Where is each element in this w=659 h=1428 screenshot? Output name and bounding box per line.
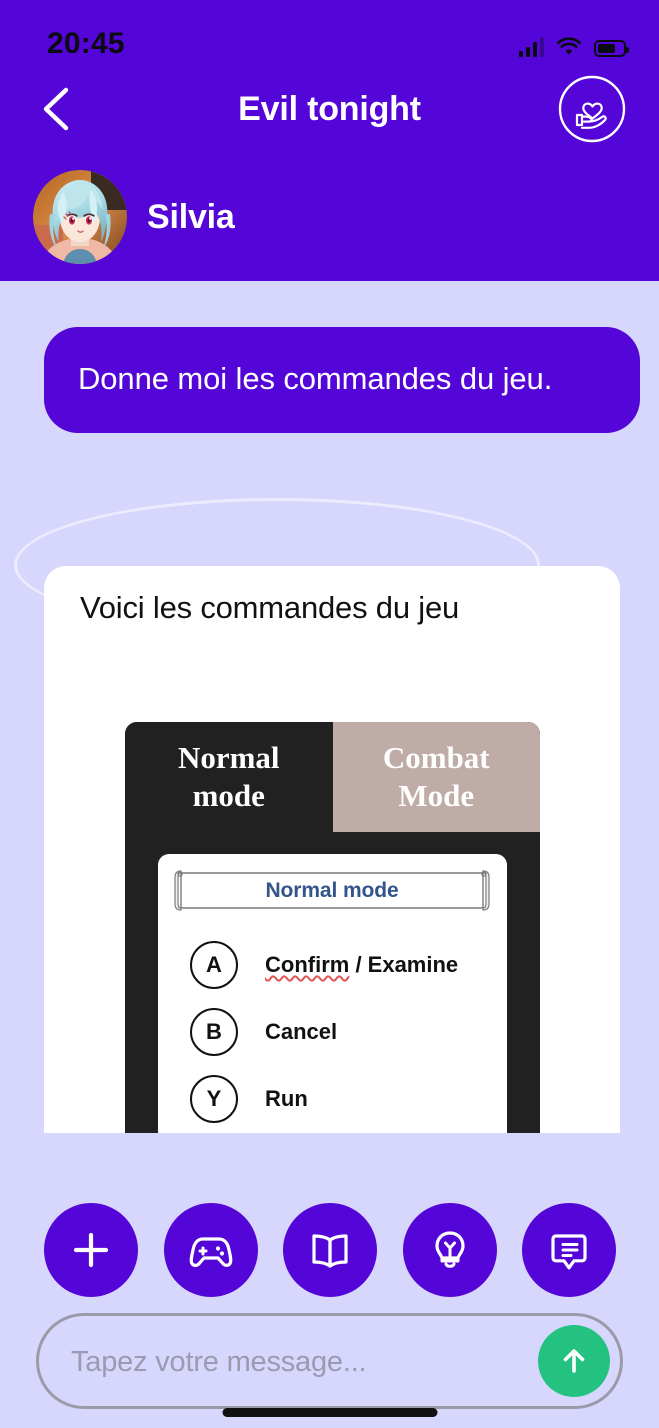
controls-panel: Normal mode A Confirm / Examine B Cancel… [158,854,507,1133]
profile-name: Silvia [147,197,235,236]
avatar[interactable] [33,170,127,264]
panel-banner: Normal mode [173,867,491,914]
nav-row: user Evil tonight [0,70,659,148]
control-key-b: B [190,1008,238,1056]
control-row-b: B Cancel [190,1006,337,1058]
control-key-a: A [190,941,238,989]
games-button[interactable] [163,1203,258,1297]
open-book-icon [312,1234,348,1268]
control-key-y: Y [190,1075,238,1123]
bot-message-text: Voici les commandes du jeu [80,590,460,625]
tab-normal-mode-line2: mode [192,778,265,813]
chat-screen: 20:45 user Evil tonight [0,0,659,1428]
panel-banner-title: Normal mode [265,879,399,902]
status-icons [518,29,629,57]
control-action-a: Confirm / Examine [265,952,459,977]
cellular-signal-icon [518,37,544,57]
chat-bubble-icon [551,1234,587,1270]
status-time: 20:45 [47,27,125,60]
stories-button[interactable] [283,1203,377,1297]
tab-combat-mode[interactable]: Combat Mode [332,722,540,832]
heart-in-hand-icon[interactable] [557,74,627,144]
game-controls-image[interactable]: Normal mode Combat Mode Normal mode A Co… [125,722,540,1133]
battery-icon [594,40,629,57]
composer-bar [36,1313,623,1409]
home-indicator [222,1408,437,1417]
tab-combat-mode-line1: Combat [382,740,490,775]
user-message-bubble: Donne moi les commandes du jeu. [44,327,640,433]
profile-row[interactable]: Silvia [33,170,235,264]
tab-normal-mode[interactable]: Normal mode [125,722,333,832]
bot-message-card: Voici les commandes du jeu Normal mode C… [44,566,620,1133]
wifi-icon [556,37,582,55]
lightbulb-icon [434,1231,465,1268]
gamepad-icon [189,1237,232,1267]
controls-mode-tabs: Normal mode Combat Mode [125,722,540,832]
tab-combat-mode-line2: Mode [398,778,475,813]
control-row-a: A Confirm / Examine [190,939,458,991]
ideas-button[interactable] [402,1203,497,1297]
plus-icon [73,1232,109,1268]
chats-button[interactable] [522,1203,616,1297]
add-button[interactable] [44,1203,138,1297]
send-button[interactable] [538,1325,610,1397]
control-row-y: Y Run [190,1073,308,1125]
app-header: 20:45 user Evil tonight [0,0,659,281]
message-input[interactable] [69,1316,533,1408]
tab-normal-mode-line1: Normal [177,740,280,775]
control-action-y: Run [265,1086,308,1111]
status-bar: 20:45 [0,0,659,70]
arrow-up-icon [563,1349,585,1373]
control-action-b: Cancel [265,1019,338,1044]
action-button-row [44,1203,616,1297]
